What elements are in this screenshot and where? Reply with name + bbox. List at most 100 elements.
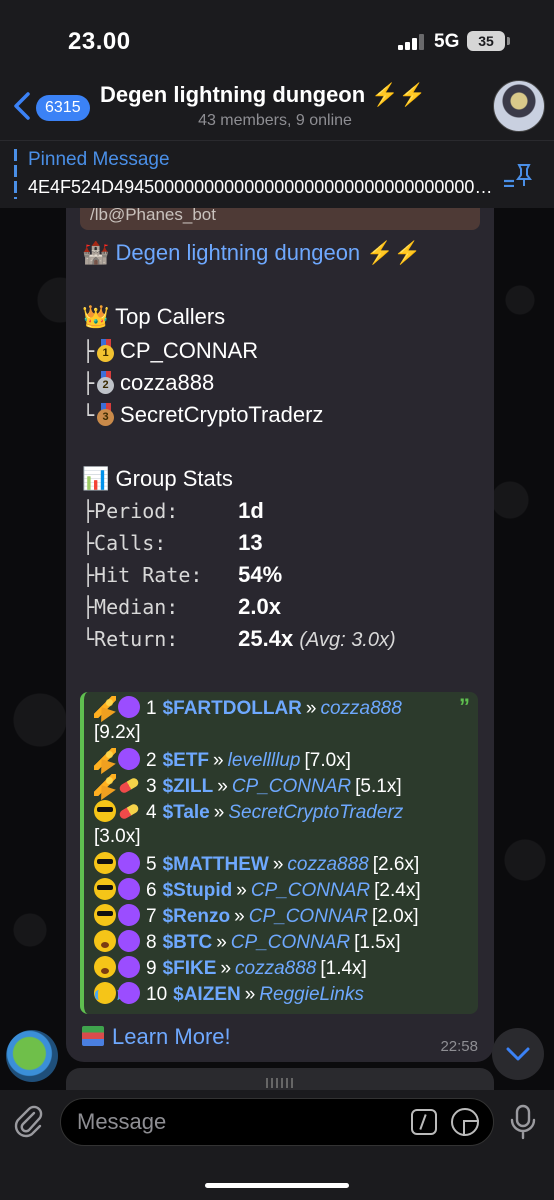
top-caller-row: └ 3 SecretCryptoTraderz	[82, 402, 324, 427]
ranking-line-wrap: [3.0x]	[94, 826, 141, 847]
ticker-link[interactable]: $MATTHEW	[163, 854, 269, 875]
top-caller-row: ├ 1 CP_CONNAR	[82, 338, 259, 363]
ticker-link[interactable]: $AIZEN	[173, 984, 241, 1005]
message-input-box[interactable]	[60, 1098, 494, 1146]
books-icon	[82, 1026, 104, 1046]
ranking-line: 10 $AIZEN» ReggieLinks	[94, 982, 364, 1006]
top-caller-name: CP_CONNAR	[120, 338, 259, 363]
message-time: 22:58	[440, 1038, 478, 1055]
top-callers-title: 👑 Top Callers	[82, 304, 226, 329]
pin-list-icon[interactable]	[502, 161, 532, 187]
paperclip-icon[interactable]	[12, 1104, 46, 1138]
reply-preview-text: /lb@Phanes_bot	[90, 208, 216, 224]
ranking-line: 2 $ETF» levellllup [7.0x]	[94, 748, 351, 772]
status-bar: 23.00 5G 35	[0, 0, 554, 76]
caller-link[interactable]: levellllup	[228, 750, 301, 771]
battery-icon: 35	[467, 31, 505, 51]
pinned-message-bar[interactable]: Pinned Message 4E4F524D49450000000000000…	[0, 140, 554, 208]
caller-link[interactable]: cozza888	[287, 854, 368, 875]
chevron-left-icon	[14, 92, 30, 120]
learn-more-link[interactable]: Learn More!	[82, 1024, 231, 1050]
purple-circle-icon	[118, 930, 140, 952]
status-time: 23.00	[68, 28, 131, 55]
ranking-line: 1 $FARTDOLLAR» cozza888	[94, 696, 402, 720]
ticker-link[interactable]: $Stupid	[163, 880, 233, 901]
ranking-line: 5 $MATTHEW» cozza888 [2.6x]	[94, 852, 419, 876]
top-caller-row: ├ 2 cozza888	[82, 370, 215, 395]
stat-row: ├Hit Rate: 54%	[82, 562, 283, 587]
ranking-line: 9 $FIKE» cozza888 [1.4x]	[94, 956, 367, 980]
gold-medal-icon: 1	[96, 339, 116, 362]
ranking-line-wrap: [9.2x]	[94, 722, 141, 743]
back-button[interactable]: 6315	[8, 86, 98, 126]
purple-circle-icon	[118, 696, 140, 718]
reply-preview[interactable]: /lb@Phanes_bot	[80, 208, 480, 230]
caller-link[interactable]: CP_CONNAR	[231, 932, 350, 953]
group-stats-title: 📊 Group Stats	[82, 466, 233, 491]
yawning-face-icon	[94, 930, 116, 952]
sunglasses-face-icon	[94, 878, 116, 900]
message-bubble[interactable]: /lb@Phanes_bot 🏰 Degen lightning dungeon…	[66, 208, 494, 1062]
scroll-to-bottom-button[interactable]	[492, 1028, 544, 1080]
party-popper-icon	[94, 774, 116, 796]
pinned-text: 4E4F524D49450000000000000000000000000000…	[28, 177, 500, 197]
purple-circle-icon	[118, 852, 140, 874]
next-message-bubble[interactable]	[66, 1068, 494, 1090]
ticker-link[interactable]: $ZILL	[163, 776, 214, 797]
ranking-line: 7 $Renzo» CP_CONNAR [2.0x]	[94, 904, 419, 928]
caller-link[interactable]: ReggieLinks	[259, 984, 364, 1005]
stat-row: ├Period: 1d	[82, 498, 264, 523]
sender-avatar[interactable]	[6, 1030, 58, 1082]
top-caller-name: cozza888	[120, 370, 215, 395]
chevron-down-icon	[506, 1047, 530, 1061]
image-preview	[266, 1078, 294, 1088]
ranking-line: 6 $Stupid» CP_CONNAR [2.4x]	[94, 878, 421, 902]
caller-link[interactable]: SecretCryptoTraderz	[228, 802, 403, 823]
ranking-line: 4 $Tale» SecretCryptoTraderz	[94, 800, 403, 824]
ranking-line: 3 $ZILL» CP_CONNAR [5.1x]	[94, 774, 402, 798]
pinned-label: Pinned Message	[28, 149, 170, 170]
pill-icon	[118, 774, 140, 796]
caller-link[interactable]: cozza888	[235, 958, 316, 979]
caller-link[interactable]: CP_CONNAR	[251, 880, 370, 901]
message-title-link[interactable]: 🏰 Degen lightning dungeon ⚡️⚡️	[82, 240, 421, 266]
sticker-icon[interactable]	[451, 1108, 479, 1136]
stat-row: ├Median: 2.0x	[82, 594, 281, 619]
sunglasses-face-icon	[94, 852, 116, 874]
pill-icon	[118, 800, 140, 822]
top-caller-name: SecretCryptoTraderz	[120, 402, 324, 427]
microphone-icon[interactable]	[508, 1104, 538, 1140]
chat-header: 6315 Degen lightning dungeon ⚡️⚡️ 43 mem…	[0, 76, 554, 140]
ticker-link[interactable]: $Renzo	[163, 906, 231, 927]
battery-tip	[507, 37, 510, 45]
ranking-line: 8 $BTC» CP_CONNAR [1.5x]	[94, 930, 401, 954]
caller-link[interactable]: CP_CONNAR	[232, 776, 351, 797]
unread-count-badge: 6315	[36, 95, 90, 121]
caller-link[interactable]: CP_CONNAR	[249, 906, 368, 927]
purple-circle-icon	[118, 904, 140, 926]
party-popper-icon	[94, 748, 116, 770]
caller-link[interactable]: cozza888	[320, 698, 401, 719]
chat-subtitle: 43 members, 9 online	[198, 112, 352, 129]
ticker-link[interactable]: $ETF	[163, 750, 209, 771]
party-popper-icon	[94, 696, 116, 718]
cellular-signal-icon	[398, 34, 426, 50]
bot-commands-icon[interactable]	[411, 1109, 437, 1135]
purple-circle-icon	[118, 956, 140, 978]
silver-medal-icon: 2	[96, 371, 116, 394]
sunglasses-face-icon	[94, 904, 116, 926]
group-avatar[interactable]	[493, 80, 545, 132]
ticker-link[interactable]: $BTC	[163, 932, 213, 953]
quote-icon: ”	[459, 694, 470, 719]
message-input[interactable]	[77, 1107, 397, 1137]
ticker-link[interactable]: $FARTDOLLAR	[163, 698, 302, 719]
ticker-link[interactable]: $Tale	[163, 802, 210, 823]
stat-row: └Return: 25.4x (Avg: 3.0x)	[82, 626, 396, 651]
rankings-quote: ” 1 $FARTDOLLAR» cozza888 [9.2x] 2 $ETF» lev…	[80, 692, 478, 1014]
chat-title[interactable]: Degen lightning dungeon ⚡️⚡️	[100, 82, 480, 108]
purple-circle-icon	[118, 878, 140, 900]
network-type: 5G	[434, 31, 460, 52]
purple-circle-icon	[118, 982, 140, 1004]
sunglasses-face-icon	[94, 800, 116, 822]
ticker-link[interactable]: $FIKE	[163, 958, 217, 979]
